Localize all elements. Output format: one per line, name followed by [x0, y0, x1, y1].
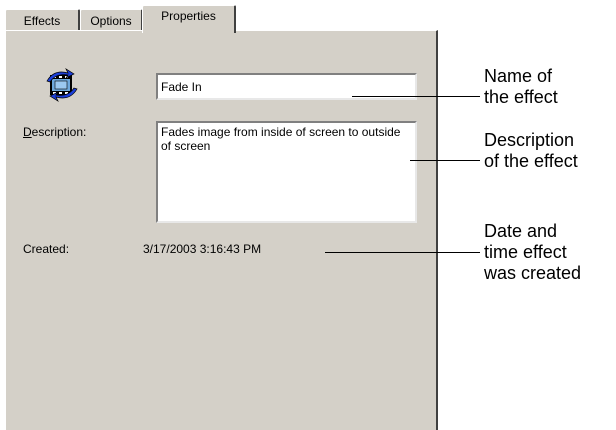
name-leader-line	[352, 96, 480, 97]
film-effect-icon	[46, 68, 78, 102]
description-callout-line2: of the effect	[484, 151, 578, 171]
description-callout: Description of the effect	[484, 130, 578, 172]
name-callout-line1: Name of	[484, 66, 553, 86]
name-callout: Name of the effect	[484, 66, 558, 108]
created-callout-line1: Date and	[484, 221, 558, 241]
description-callout-line1: Description	[484, 130, 575, 150]
created-callout-line2: time effect	[484, 242, 567, 262]
created-label: Created:	[23, 242, 70, 256]
name-value: Fade In	[161, 80, 202, 94]
created-callout: Date and time effect was created	[484, 221, 581, 284]
created-value: 3/17/2003 3:16:43 PM	[143, 242, 262, 256]
description-leader-line	[410, 160, 480, 161]
description-value: Fades image from inside of screen to out…	[161, 125, 401, 153]
tab-effects-label: Effects	[23, 14, 61, 28]
created-leader-line	[325, 252, 480, 253]
description-label: Description:	[23, 125, 86, 139]
description-label-rest: escription:	[31, 125, 87, 139]
description-label-accel: D	[23, 125, 32, 139]
properties-panel: Fade In Description: Fades image from in…	[5, 30, 438, 430]
tab-properties[interactable]: Properties	[142, 5, 236, 33]
tab-options-label: Options	[90, 14, 132, 28]
tab-properties-label: Properties	[161, 9, 216, 23]
tab-options[interactable]: Options	[80, 9, 143, 31]
name-callout-line2: the effect	[484, 87, 558, 107]
description-field[interactable]: Fades image from inside of screen to out…	[156, 121, 417, 223]
tab-effects[interactable]: Effects	[5, 9, 80, 31]
created-callout-line3: was created	[484, 263, 582, 283]
